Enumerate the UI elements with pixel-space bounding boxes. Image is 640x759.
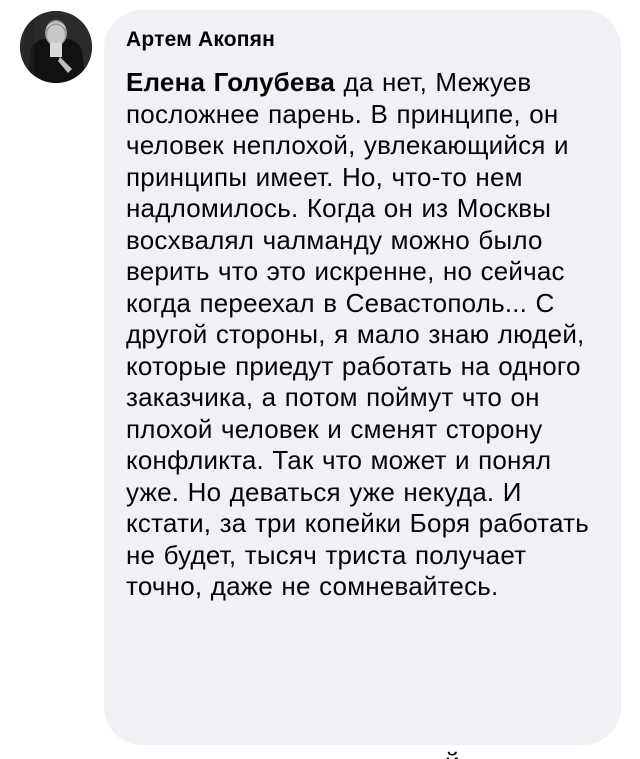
cropped-text-fragment: й — [445, 749, 471, 759]
comment: Артем Акопян Елена Голубева да нет, Межу… — [0, 0, 640, 759]
avatar-photo — [20, 11, 92, 83]
comment-author[interactable]: Артем Акопян — [126, 27, 605, 53]
mention-link[interactable]: Елена Голубева — [126, 67, 335, 97]
avatar[interactable] — [20, 11, 92, 83]
comment-body: да нет, Межуев посложнее парень. В принц… — [126, 67, 589, 601]
comment-text: Елена Голубева да нет, Межуев посложнее … — [126, 67, 605, 603]
comment-bubble: Артем Акопян Елена Голубева да нет, Межу… — [104, 10, 621, 745]
